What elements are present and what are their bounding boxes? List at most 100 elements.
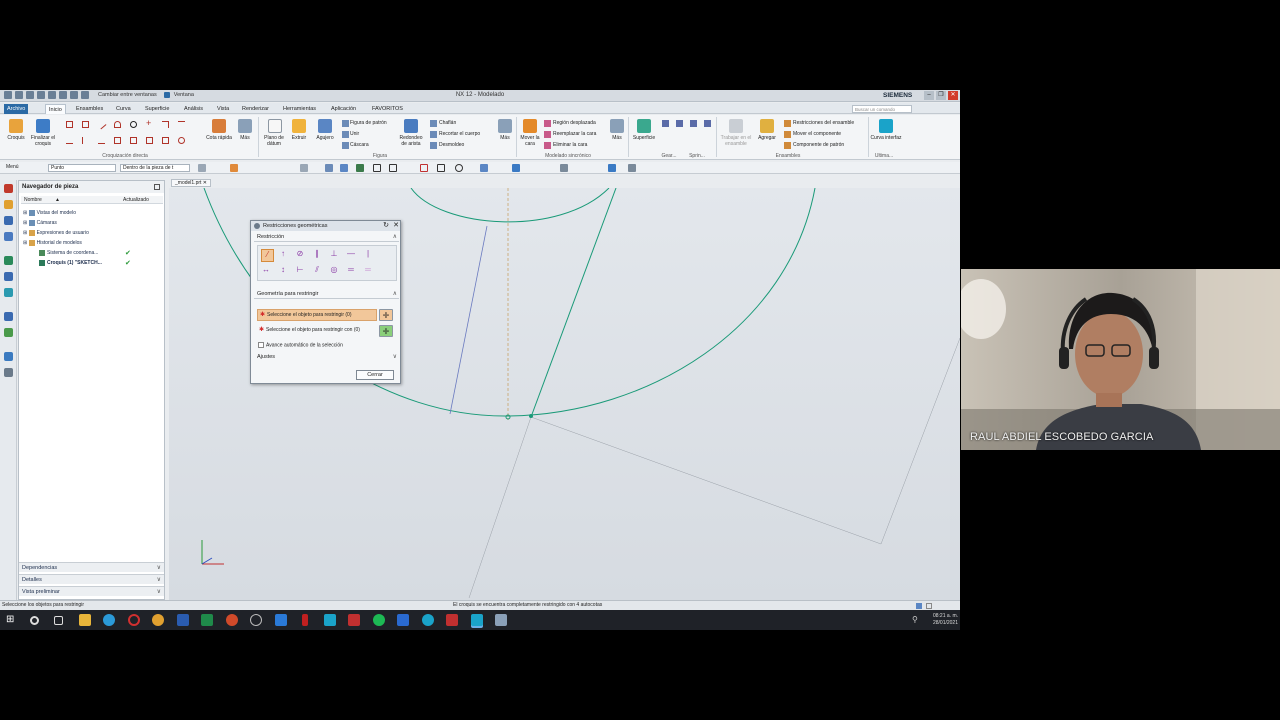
tab-renderizar[interactable]: Renderizar: [239, 104, 272, 114]
hd3d-tools-icon[interactable]: [4, 272, 13, 281]
vertical-constraint-icon[interactable]: |: [363, 249, 373, 259]
surface-button[interactable]: Superficie: [628, 135, 660, 141]
more-sync-button[interactable]: Más: [606, 135, 628, 141]
close-icon[interactable]: ✕: [203, 180, 207, 186]
more-feature-button[interactable]: Más: [494, 135, 516, 141]
status-view-icon[interactable]: [916, 603, 922, 609]
trim-body-button[interactable]: Recortar el cuerpo: [439, 131, 480, 137]
point-tool-icon[interactable]: +: [146, 119, 153, 128]
slanted-line-curve[interactable]: [530, 188, 617, 418]
perpendicular-constraint-icon[interactable]: ⊥: [329, 249, 339, 259]
section-geometria[interactable]: Geometría para restringir ∧: [254, 290, 399, 299]
tab-vista[interactable]: Vista: [214, 104, 232, 114]
spotify-icon[interactable]: [373, 614, 385, 626]
tab-archivo[interactable]: Archivo: [4, 104, 29, 114]
selection-filter-icon[interactable]: [230, 164, 238, 172]
rapid-dimension-button[interactable]: Cota rápida: [206, 135, 232, 141]
gear-tool2-icon[interactable]: [676, 120, 683, 127]
auto-advance-checkbox[interactable]: Avance automático de la selección: [258, 342, 343, 349]
rapid-dimension-icon[interactable]: [212, 119, 226, 133]
datum-plane-button[interactable]: Plano de dátum: [260, 135, 288, 147]
snap-icon[interactable]: [198, 164, 206, 172]
pattern-curve-icon[interactable]: [130, 137, 137, 144]
replace-face-icon[interactable]: [544, 131, 551, 138]
view-fit-icon[interactable]: [325, 164, 333, 172]
shell-button[interactable]: Cáscara: [350, 142, 369, 148]
draft-icon[interactable]: [430, 142, 437, 149]
mail-icon[interactable]: [397, 614, 409, 626]
windows-start-icon[interactable]: ⊞: [6, 614, 18, 626]
move-component-icon[interactable]: [784, 131, 791, 138]
tab-curva[interactable]: Curva: [113, 104, 134, 114]
navigator-row[interactable]: ⊞ Vistas del modelo: [23, 209, 76, 218]
gear-icon[interactable]: [4, 184, 13, 193]
column-nombre[interactable]: Nombre: [24, 196, 42, 204]
arc-tool-icon[interactable]: [114, 121, 121, 128]
command-search-input[interactable]: Buscar un comando: [852, 105, 912, 113]
line-tool-icon[interactable]: [66, 121, 73, 128]
tangent-constraint-icon[interactable]: ⊘: [295, 249, 305, 259]
part-navigator-icon[interactable]: [4, 232, 13, 241]
corner-tool-icon[interactable]: [98, 137, 105, 144]
app-icon[interactable]: [422, 614, 434, 626]
surface-icon[interactable]: [637, 119, 651, 133]
column-actualizado[interactable]: Actualizado: [123, 196, 149, 204]
zoom-icon[interactable]: [275, 614, 287, 626]
close-icon[interactable]: ✕: [392, 222, 400, 230]
datum-plane-icon[interactable]: [268, 119, 282, 133]
selection-scope-select[interactable]: Dentro de la pieza de t: [120, 164, 190, 172]
app3-icon[interactable]: [495, 614, 507, 626]
snap-curve-icon[interactable]: [420, 164, 428, 172]
unite-icon[interactable]: [342, 131, 349, 138]
view-cube-icon[interactable]: [608, 164, 616, 172]
view-rotate-icon[interactable]: [512, 164, 520, 172]
pattern-feature-icon[interactable]: [342, 120, 349, 127]
spring-tool-icon[interactable]: [690, 120, 697, 127]
snap-mid-icon[interactable]: [389, 164, 397, 172]
snap-center-icon[interactable]: [455, 164, 463, 172]
more-sync-icon[interactable]: [610, 119, 624, 133]
shell-icon[interactable]: [342, 142, 349, 149]
draft-button[interactable]: Desmoldeo: [439, 142, 464, 148]
snap-point-icon[interactable]: [356, 164, 364, 172]
snap-end-icon[interactable]: [373, 164, 381, 172]
tab-analisis[interactable]: Análisis: [181, 104, 206, 114]
delete-face-button[interactable]: Eliminar la cara: [553, 142, 587, 148]
ellipse-tool-icon[interactable]: [178, 137, 185, 144]
nx-running-icon[interactable]: [471, 614, 483, 626]
menu-button[interactable]: Menú: [4, 164, 40, 172]
settings-app-icon[interactable]: [250, 614, 262, 626]
edge-browser-icon[interactable]: [103, 614, 115, 626]
task-view-icon[interactable]: [54, 616, 63, 625]
tab-superficie[interactable]: Superficie: [142, 104, 172, 114]
panel-dependencias[interactable]: Dependencias ∨: [19, 562, 164, 572]
move-face-button[interactable]: Mover la cara: [518, 135, 542, 147]
hole-icon[interactable]: [318, 119, 332, 133]
edge-blend-icon[interactable]: [404, 119, 418, 133]
add-component-icon[interactable]: [760, 119, 774, 133]
extrude-icon[interactable]: [292, 119, 306, 133]
display-options-icon[interactable]: [628, 164, 636, 172]
assembly-constraints-button[interactable]: Restricciones del ensamble: [793, 120, 854, 126]
navigator-row[interactable]: Croquis (1) "SKETCH...: [39, 259, 102, 268]
finish-sketch-icon[interactable]: [36, 119, 50, 133]
midpoint-constraint-icon[interactable]: ⊢: [295, 265, 305, 275]
replace-face-button[interactable]: Reemplazar la cara: [553, 131, 596, 137]
close-dialog-button[interactable]: Cerrar: [356, 370, 394, 380]
assembly-constraints-icon[interactable]: [784, 120, 791, 127]
pattern-component-icon[interactable]: [784, 142, 791, 149]
network-icon[interactable]: ⚲: [912, 615, 918, 624]
netflix-icon[interactable]: [302, 614, 308, 626]
more-sketch-button[interactable]: Más: [234, 135, 256, 141]
reuse-library-icon[interactable]: [4, 256, 13, 265]
extrude-button[interactable]: Extruir: [287, 135, 311, 141]
app2-icon[interactable]: [446, 614, 458, 626]
reset-icon[interactable]: ↻: [382, 222, 390, 230]
trim-tool-icon[interactable]: [66, 137, 73, 144]
constraint-navigator-icon[interactable]: [4, 216, 13, 225]
edge-blend-button[interactable]: Redondeo de arista: [396, 135, 426, 147]
trim-body-icon[interactable]: [430, 131, 437, 138]
search-icon[interactable]: [30, 616, 39, 625]
circle-tool-icon[interactable]: [130, 121, 137, 128]
restore-button[interactable]: ❐: [936, 91, 946, 100]
